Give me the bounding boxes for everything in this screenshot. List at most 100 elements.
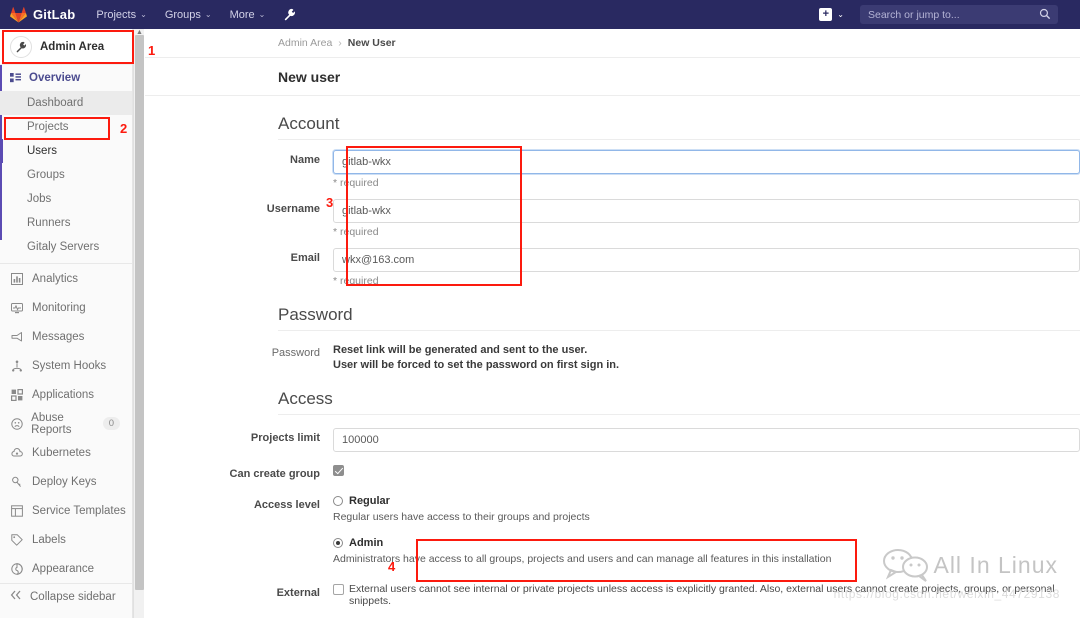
tanuki-icon [10, 6, 27, 23]
breadcrumb-root[interactable]: Admin Area [278, 37, 332, 49]
breadcrumb-separator-icon: › [338, 37, 342, 49]
username-input[interactable] [333, 199, 1080, 223]
collapse-sidebar-label: Collapse sidebar [30, 590, 116, 603]
sidebar-section-overview-label: Overview [29, 72, 81, 84]
sidebar-item-groups[interactable]: Groups [0, 163, 132, 187]
external-checkbox[interactable] [333, 584, 344, 595]
sidebar-item-system-hooks-label: System Hooks [32, 359, 107, 372]
form-row-projects-limit: Projects limit [145, 428, 1080, 452]
name-help: * required [333, 177, 379, 189]
section-heading-account: Account [278, 114, 340, 133]
sidebar-context-admin-area[interactable]: Admin Area [0, 29, 132, 65]
gitlab-logo[interactable]: GitLab [10, 0, 75, 29]
sidebar-section-overview[interactable]: Overview [0, 65, 132, 91]
double-chevron-left-icon [10, 590, 22, 603]
nav-item-projects[interactable]: Projects ⌄ [87, 0, 155, 29]
sidebar-item-runners[interactable]: Runners [0, 211, 132, 235]
sidebar-item-users[interactable]: Users [0, 139, 132, 163]
can-create-group-field-wrap [333, 464, 1080, 478]
form-row-access-level: Access level Regular Regular users have … [145, 495, 1080, 565]
key-icon [10, 476, 24, 488]
sidebar-item-groups-label: Groups [27, 169, 65, 181]
annotation-number-4: 4 [388, 559, 396, 574]
section-rule-account [278, 139, 1080, 140]
sidebar-item-dashboard[interactable]: Dashboard [0, 91, 132, 115]
sidebar-item-gitaly-servers[interactable]: Gitaly Servers [0, 235, 132, 259]
access-level-options: Regular Regular users have access to the… [333, 495, 1080, 565]
access-level-option-regular[interactable]: Regular [333, 495, 1080, 507]
annotation-number-2: 2 [120, 121, 128, 136]
chevron-down-icon: ⌄ [204, 10, 212, 19]
sidebar-item-messages[interactable]: Messages [0, 322, 132, 351]
page-title: New user [145, 58, 1080, 96]
section-rule-password [278, 330, 1080, 331]
sidebar-item-kubernetes[interactable]: Kubernetes [0, 438, 132, 467]
sidebar-scrollbar-track[interactable]: ▲ [133, 29, 144, 618]
username-field-wrap: * required [333, 199, 1080, 238]
sidebar-item-analytics[interactable]: Analytics [0, 264, 132, 293]
sidebar-scrollbar-thumb[interactable] [135, 35, 144, 590]
sidebar-item-jobs[interactable]: Jobs [0, 187, 132, 211]
section-rule-access [278, 414, 1080, 415]
password-info-line2: User will be forced to set the password … [333, 359, 620, 371]
admin-sidebar: Admin Area Overview Dashboard Projects U… [0, 29, 133, 618]
access-level-label: Access level [253, 499, 320, 511]
form-row-email: Email * required [145, 248, 1080, 287]
annotation-number-1: 1 [148, 43, 156, 58]
navbar-user-area[interactable] [1066, 0, 1080, 29]
nav-item-groups[interactable]: Groups ⌄ [156, 0, 221, 29]
breadcrumb-current: New User [347, 37, 396, 49]
wrench-icon [10, 35, 32, 58]
search-input[interactable] [860, 7, 1032, 22]
email-field-wrap: * required [333, 248, 1080, 287]
monitor-icon [10, 302, 24, 314]
applications-grid-icon [10, 388, 24, 401]
abuse-face-icon [10, 417, 23, 430]
breadcrumb: Admin Area › New User [145, 29, 1080, 58]
admin-wrench-icon[interactable] [274, 0, 305, 29]
sidebar-item-runners-label: Runners [27, 217, 71, 229]
name-field-wrap: * required [333, 150, 1080, 189]
sidebar-item-deploy-keys[interactable]: Deploy Keys [0, 467, 132, 496]
regular-radio[interactable] [333, 496, 343, 506]
sidebar-item-system-hooks[interactable]: System Hooks [0, 351, 132, 380]
section-heading-password: Password [278, 305, 353, 324]
kubernetes-cloud-icon [10, 447, 24, 459]
main-content: Admin Area › New User New user Account N… [145, 29, 1080, 618]
email-input[interactable] [333, 248, 1080, 272]
form-row-can-create-group: Can create group [145, 464, 1080, 480]
sidebar-item-labels[interactable]: Labels [0, 525, 132, 554]
email-help: * required [333, 275, 379, 287]
nav-item-more-label: More [229, 8, 255, 21]
sidebar-item-jobs-label: Jobs [27, 193, 52, 205]
name-label: Name [290, 154, 320, 166]
search-box[interactable] [860, 5, 1058, 24]
email-label: Email [290, 252, 320, 264]
collapse-sidebar-button[interactable]: Collapse sidebar [0, 583, 132, 609]
nav-item-projects-label: Projects [96, 8, 137, 21]
nav-item-more[interactable]: More ⌄ [221, 0, 275, 29]
label-tag-icon [10, 533, 24, 546]
sidebar-item-appearance[interactable]: Appearance [0, 554, 132, 583]
sidebar-item-service-templates[interactable]: Service Templates [0, 496, 132, 525]
sidebar-item-labels-label: Labels [32, 533, 66, 546]
projects-limit-input[interactable] [333, 428, 1080, 452]
sidebar-item-monitoring[interactable]: Monitoring [0, 293, 132, 322]
can-create-group-label: Can create group [229, 468, 320, 480]
new-item-button[interactable]: + ⌄ [813, 0, 850, 29]
access-level-option-admin[interactable]: Admin [333, 537, 1080, 549]
sidebar-item-dashboard-label: Dashboard [27, 97, 84, 109]
template-icon [10, 504, 24, 517]
username-help: * required [333, 226, 379, 238]
gitlab-brand-text: GitLab [33, 7, 76, 22]
plus-square-icon: + [819, 8, 833, 21]
form-row-password: Password Reset link will be generated an… [145, 343, 1080, 373]
sidebar-item-projects[interactable]: Projects [0, 115, 132, 139]
name-input[interactable] [333, 150, 1080, 174]
nav-item-groups-label: Groups [164, 8, 201, 21]
admin-radio[interactable] [333, 538, 343, 548]
sidebar-item-abuse-reports[interactable]: Abuse Reports 0 [0, 409, 132, 438]
admin-description: Administrators have access to all groups… [333, 553, 832, 565]
sidebar-item-applications[interactable]: Applications [0, 380, 132, 409]
can-create-group-checkbox[interactable] [333, 465, 344, 476]
